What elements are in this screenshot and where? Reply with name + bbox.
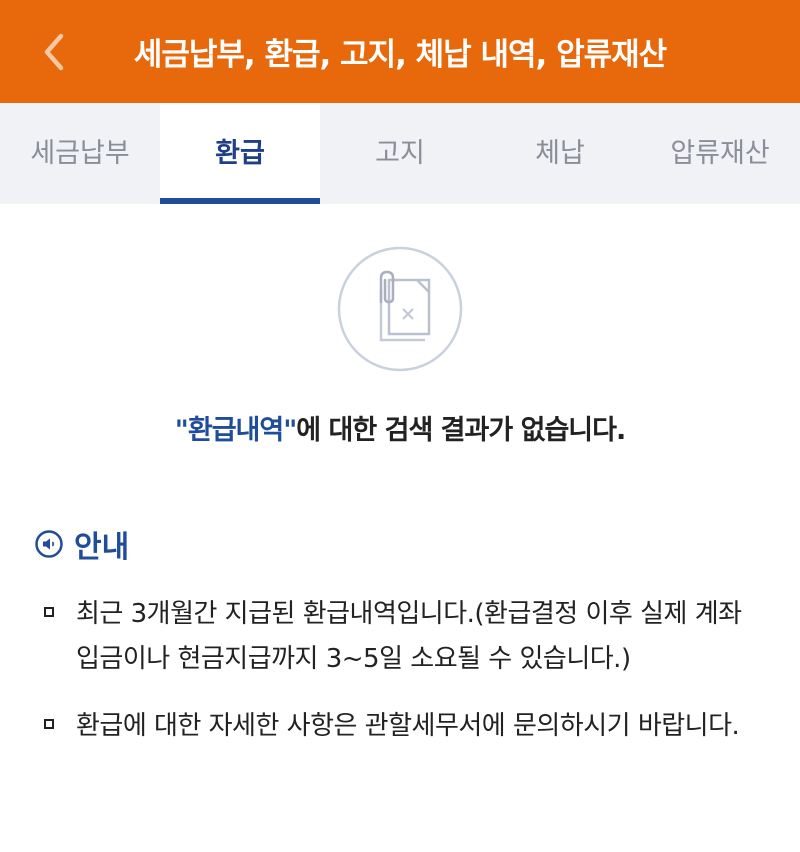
tab-label: 압류재산 xyxy=(670,138,770,169)
empty-document-icon xyxy=(337,246,463,372)
page-title: 세금납부, 환급, 고지, 체납 내역, 압류재산 xyxy=(133,37,667,73)
tab-arrears[interactable]: 체납 xyxy=(480,103,640,204)
empty-result-text: 에 대한 검색 결과가 없습니다. xyxy=(296,415,626,446)
list-item: 환급에 대한 자세한 사항은 관할세무서에 문의하시기 바랍니다. xyxy=(44,704,774,749)
app-header: 세금납부, 환급, 고지, 체납 내역, 압류재산 xyxy=(0,0,800,103)
tab-seized-property[interactable]: 압류재산 xyxy=(640,103,800,204)
notice-text: 환급에 대한 자세한 사항은 관할세무서에 문의하시기 바랍니다. xyxy=(76,711,740,741)
notice-list: 최근 3개월간 지급된 환급내역입니다.(환급결정 이후 실제 계좌 입금이나 … xyxy=(44,592,774,771)
notice-header: 안내 xyxy=(34,522,129,566)
empty-result-message: "환급내역"에 대한 검색 결과가 없습니다. xyxy=(0,408,800,447)
tab-refund[interactable]: 환급 xyxy=(160,103,320,204)
square-bullet-icon xyxy=(44,607,54,617)
tab-label: 체납 xyxy=(535,138,585,169)
chevron-left-icon xyxy=(44,33,64,71)
tab-bar: 세금납부 환급 고지 체납 압류재산 xyxy=(0,103,800,204)
tab-label: 환급 xyxy=(215,138,265,169)
notice-title: 안내 xyxy=(74,530,130,565)
tab-label: 고지 xyxy=(375,138,425,169)
square-bullet-icon xyxy=(44,719,54,729)
search-keyword: "환급내역" xyxy=(174,415,297,446)
tab-tax-payment[interactable]: 세금납부 xyxy=(0,103,160,204)
back-button[interactable] xyxy=(28,24,80,80)
tab-label: 세금납부 xyxy=(30,138,130,169)
speaker-icon xyxy=(35,530,63,558)
list-item: 최근 3개월간 지급된 환급내역입니다.(환급결정 이후 실제 계좌 입금이나 … xyxy=(44,592,774,682)
notice-text: 최근 3개월간 지급된 환급내역입니다.(환급결정 이후 실제 계좌 입금이나 … xyxy=(76,599,742,674)
tab-notice[interactable]: 고지 xyxy=(320,103,480,204)
